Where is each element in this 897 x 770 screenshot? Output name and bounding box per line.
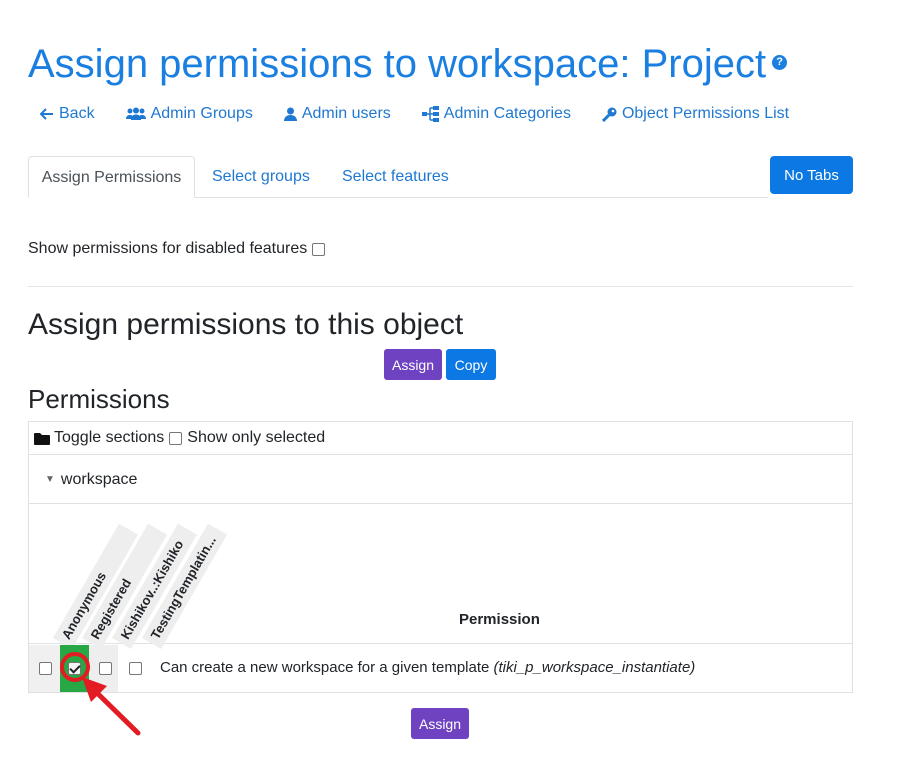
permission-code: (tiki_p_workspace_instantiate) [493,659,696,676]
admin-users-link[interactable]: Admin users [283,103,391,125]
user-icon [283,107,297,121]
perm-checkbox-anonymous[interactable] [39,662,52,675]
admin-nav: Back Admin Groups Admin users Admin Cate… [40,103,820,125]
permission-description: Can create a new workspace for a given t… [160,659,696,676]
table-toolbar: Toggle sections Show only selected [29,422,852,455]
tab-bar: Assign Permissions Select groups Select … [28,156,768,198]
copy-button[interactable]: Copy [446,349,496,380]
admin-categories-link[interactable]: Admin Categories [421,103,571,125]
permissions-table: Toggle sections Show only selected ▼ wor… [28,421,853,693]
assign-button-top[interactable]: Assign [384,349,442,380]
table-header: Anonymous Registered Kishikov..:Kishiko … [29,505,852,649]
users-icon [125,107,146,120]
show-disabled-features-label: Show permissions for disabled features [28,240,308,257]
show-disabled-features-checkbox[interactable] [312,242,326,256]
column-header-permission: Permission [459,611,540,628]
help-icon[interactable]: ? [772,54,788,70]
tab-select-features[interactable]: Select features [342,156,449,198]
caret-down-icon: ▼ [45,474,55,485]
divider [28,286,853,287]
object-permissions-list-link[interactable]: Object Permissions List [601,103,789,125]
page-title: Assign permissions to workspace: Project… [28,36,788,92]
section-heading: Assign permissions to this object [28,308,464,341]
key-icon [601,107,617,122]
folder-icon[interactable] [34,432,50,445]
assign-button-bottom[interactable]: Assign [411,708,469,739]
show-only-selected-label: Show only selected [187,429,326,446]
back-link[interactable]: Back [40,103,95,125]
table-row: Can create a new workspace for a given t… [29,645,852,692]
show-disabled-features-row: Show permissions for disabled features [28,240,326,258]
no-tabs-button[interactable]: No Tabs [770,156,853,194]
annotation-arrow-icon [60,652,141,736]
tab-select-groups[interactable]: Select groups [212,156,310,198]
show-only-selected-checkbox[interactable] [169,431,183,445]
toggle-sections-label[interactable]: Toggle sections [54,429,164,447]
sitemap-icon [421,106,439,122]
section-toggle-workspace[interactable]: ▼ workspace [29,456,852,504]
arrow-left-icon [40,108,53,120]
tab-assign-permissions[interactable]: Assign Permissions [28,156,195,198]
section-name: workspace [60,470,138,488]
permissions-heading: Permissions [28,384,170,414]
admin-groups-link[interactable]: Admin Groups [125,103,253,125]
